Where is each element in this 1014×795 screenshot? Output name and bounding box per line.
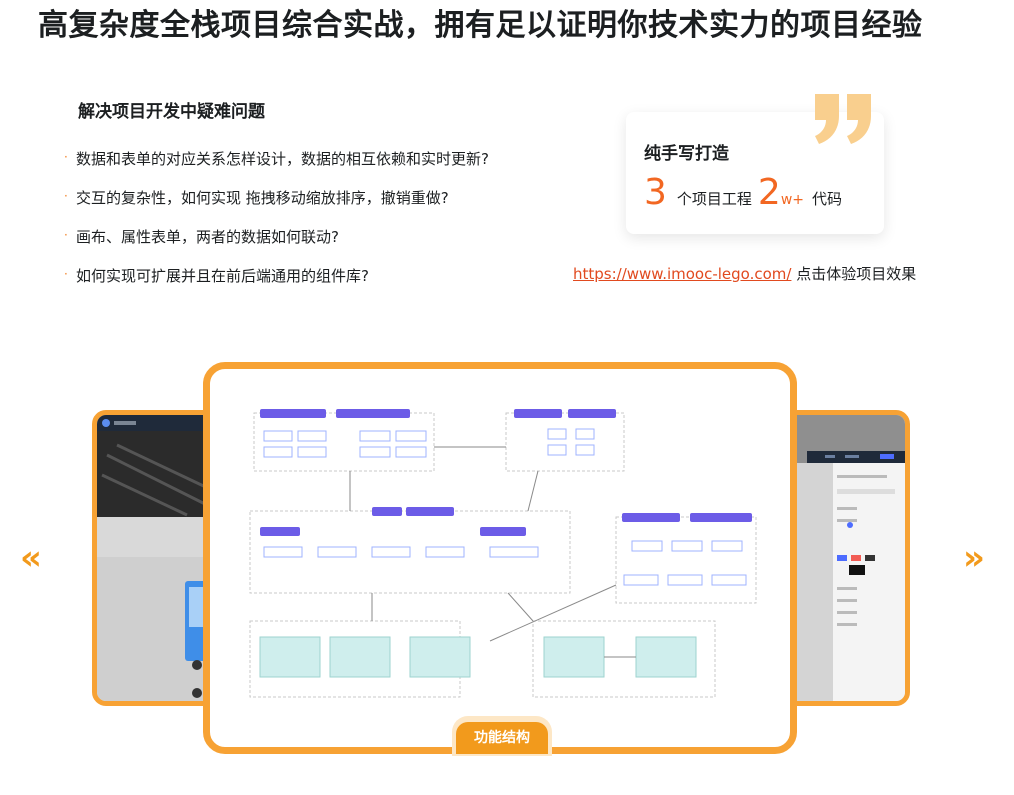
bullet-icon: ·	[64, 189, 68, 203]
carousel-prev-icon[interactable]: «	[20, 538, 42, 578]
problem-item: · 交互的复杂性，如何实现 拖拽移动缩放排序，撤销重做?	[64, 187, 489, 226]
problem-text: 如何实现可扩展并且在前后端通用的组件库?	[76, 267, 369, 285]
bullet-icon: ·	[64, 267, 68, 281]
carousel-slide-active[interactable]	[203, 362, 797, 754]
slide-caption-tab[interactable]: 功能结构	[456, 722, 548, 754]
problem-text: 交互的复杂性，如何实现 拖拽移动缩放排序，撤销重做?	[76, 189, 449, 207]
quote-mark-icon	[815, 94, 871, 144]
carousel-next-icon[interactable]: »	[963, 538, 985, 578]
problem-item: · 数据和表单的对应关系怎样设计，数据的相互依赖和实时更新?	[64, 148, 489, 187]
page-headline: 高复杂度全栈项目综合实战，拥有足以证明你技术实力的项目经验	[38, 8, 923, 43]
stats-card-title: 纯手写打造	[644, 144, 729, 164]
projects-count: 3	[644, 172, 667, 213]
architecture-diagram	[249, 409, 757, 698]
lego-demo-line: https://www.imooc-lego.com/ 点击体验项目效果	[573, 263, 916, 284]
page: 高复杂度全栈项目综合实战，拥有足以证明你技术实力的项目经验 解决项目开发中疑难问…	[0, 0, 1014, 795]
prev-slide-preview	[97, 415, 217, 701]
problems-title: 解决项目开发中疑难问题	[78, 102, 265, 122]
stats-line: 3 个项目工程 2w+ 代码	[644, 172, 848, 213]
code-label: 代码	[812, 190, 843, 208]
lego-demo-suffix: 点击体验项目效果	[796, 265, 917, 283]
problem-item: · 如何实现可扩展并且在前后端通用的组件库?	[64, 265, 489, 304]
problem-text: 画布、属性表单，两者的数据如何联动?	[76, 228, 339, 246]
carousel-slide-next[interactable]	[780, 410, 910, 706]
problem-item: · 画布、属性表单，两者的数据如何联动?	[64, 226, 489, 265]
next-slide-preview	[785, 415, 905, 701]
projects-label: 个项目工程	[676, 190, 752, 208]
problem-text: 数据和表单的对应关系怎样设计，数据的相互依赖和实时更新?	[76, 150, 489, 168]
code-count: 2	[757, 172, 781, 213]
code-unit: w+	[780, 192, 805, 208]
bullet-icon: ·	[64, 228, 68, 242]
lego-demo-link[interactable]: https://www.imooc-lego.com/	[573, 265, 791, 283]
bullet-icon: ·	[64, 150, 68, 164]
problem-list: · 数据和表单的对应关系怎样设计，数据的相互依赖和实时更新? · 交互的复杂性，如何…	[64, 148, 489, 304]
